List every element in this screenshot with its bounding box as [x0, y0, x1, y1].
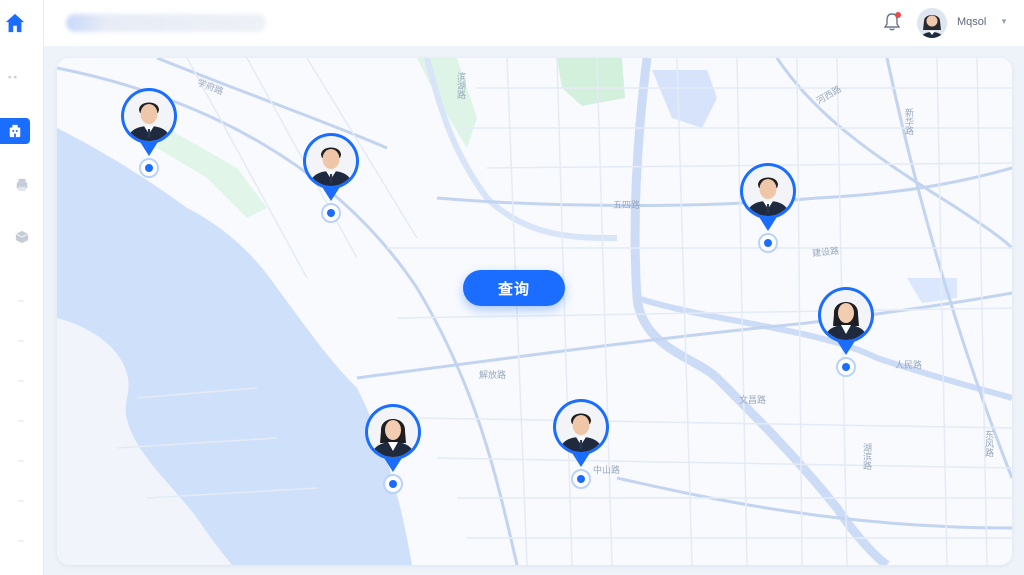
street-label: 东风路: [984, 430, 994, 457]
man-portrait-icon: [556, 402, 606, 452]
person-pin[interactable]: [303, 133, 359, 223]
location-dot-icon: [571, 469, 591, 489]
street-label: 解放路: [479, 370, 507, 380]
street-label: 新华路: [904, 108, 914, 135]
sidebar-divider: [18, 300, 24, 302]
pin-head: [553, 399, 609, 455]
sidebar-divider: [18, 540, 24, 542]
pin-head: [365, 404, 421, 460]
printer-icon: [16, 178, 28, 192]
man-portrait-icon: [743, 166, 793, 216]
sidebar: ▪ ▪: [0, 0, 44, 575]
sidebar-divider: [18, 460, 24, 462]
pin-head: [740, 163, 796, 219]
username[interactable]: Mqsol: [957, 16, 986, 28]
sidebar-item-box[interactable]: [0, 224, 44, 250]
sidebar-divider: [18, 380, 24, 382]
query-button[interactable]: 查询: [463, 270, 565, 306]
home-icon[interactable]: [4, 12, 26, 34]
sidebar-divider: [18, 500, 24, 502]
box-icon: [15, 230, 29, 244]
sidebar-item-buildings[interactable]: [0, 118, 30, 144]
person-pin[interactable]: [818, 287, 874, 377]
pin-head: [303, 133, 359, 189]
woman-portrait-icon: [821, 290, 871, 340]
person-pin[interactable]: [740, 163, 796, 253]
location-dot-icon: [836, 357, 856, 377]
street-label: 文昌路: [739, 395, 767, 405]
person-pin[interactable]: [553, 399, 609, 489]
notification-dot: [895, 12, 901, 18]
location-dot-icon: [383, 474, 403, 494]
street-label: 五四路: [613, 200, 641, 210]
sidebar-divider: [18, 420, 24, 422]
sidebar-blur-text: ▪ ▪: [8, 72, 17, 82]
user-avatar-icon[interactable]: [917, 8, 947, 38]
street-label: 滨湖路: [456, 72, 466, 99]
location-dot-icon: [139, 158, 159, 178]
street-label: 人民路: [895, 360, 923, 370]
man-portrait-icon: [124, 91, 174, 141]
location-dot-icon: [321, 203, 341, 223]
location-dot-icon: [758, 233, 778, 253]
woman-portrait-icon: [368, 407, 418, 457]
sidebar-divider: [18, 340, 24, 342]
caret-down-icon[interactable]: ▼: [1000, 17, 1008, 26]
top-bar: Mqsol ▼: [44, 0, 1024, 46]
street-label: 湖滨路: [862, 443, 872, 470]
pin-head: [818, 287, 874, 343]
building-icon: [9, 124, 21, 138]
sidebar-item-print[interactable]: [0, 172, 44, 198]
map-view[interactable]: 学府路 滨湖路 五四路 建设路 解放路 文昌路 人民路 中山路 新华路 东风路 …: [57, 58, 1012, 565]
person-pin[interactable]: [365, 404, 421, 494]
pin-head: [121, 88, 177, 144]
person-pin[interactable]: [121, 88, 177, 178]
blurred-breadcrumb: [66, 14, 266, 32]
man-portrait-icon: [306, 136, 356, 186]
